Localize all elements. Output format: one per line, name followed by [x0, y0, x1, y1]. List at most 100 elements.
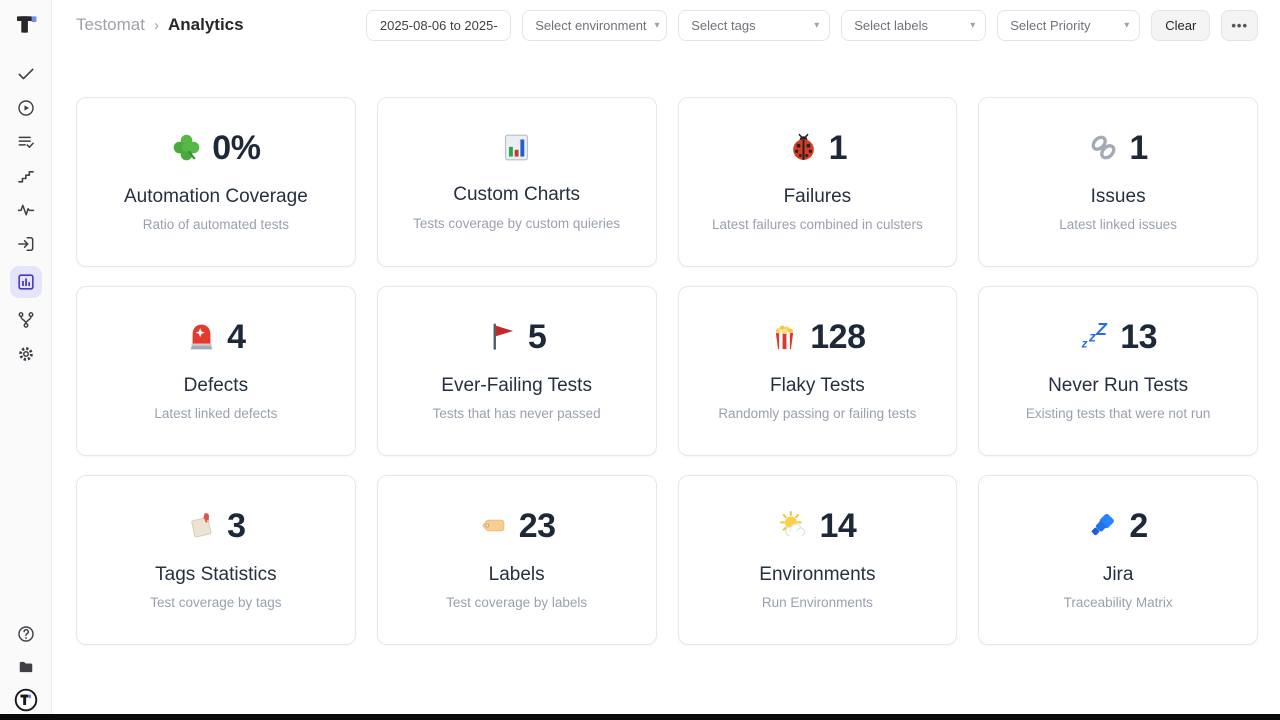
sidebar-item-tests[interactable]: [10, 62, 42, 86]
priority-placeholder: Select Priority: [1010, 18, 1090, 33]
sidebar-item-account[interactable]: [10, 688, 42, 712]
sidebar-item-plans[interactable]: [10, 130, 42, 154]
help-icon: [16, 624, 36, 644]
card-value: 2: [1129, 509, 1147, 543]
chevron-down-icon: ▾: [1124, 20, 1129, 31]
ellipsis-icon: •••: [1231, 18, 1248, 33]
card-title: Automation Coverage: [124, 186, 308, 209]
siren-icon: [186, 321, 217, 352]
popcorn-icon: [769, 321, 800, 352]
sidebar-item-pulse[interactable]: [10, 198, 42, 222]
card-value: 5: [528, 320, 546, 354]
card-environments[interactable]: 14 Environments Run Environments: [678, 475, 958, 645]
steps-icon: [16, 166, 36, 186]
link-icon: [1088, 132, 1119, 163]
card-value: 14: [819, 509, 856, 543]
card-value: 1: [829, 131, 847, 165]
ladybug-icon: [788, 132, 819, 163]
card-tags-statistics[interactable]: 3 Tags Statistics Test coverage by tags: [76, 475, 356, 645]
play-circle-icon: [16, 98, 36, 118]
sidebar-item-analytics[interactable]: [10, 266, 42, 298]
card-value: 1: [1129, 131, 1147, 165]
card-value: 23: [519, 509, 556, 543]
card-subtitle: Tests coverage by custom quieries: [413, 216, 620, 232]
flag-icon: [487, 321, 518, 352]
card-title: Issues: [1091, 186, 1146, 209]
card-subtitle: Randomly passing or failing tests: [718, 406, 916, 422]
date-range-button[interactable]: 2025-08-06 to 2025-: [366, 10, 511, 41]
card-never-run-tests[interactable]: 13 Never Run Tests Existing tests that w…: [978, 286, 1258, 456]
analytics-card-grid: 0% Automation Coverage Ratio of automate…: [52, 97, 1280, 645]
gear-icon: [16, 344, 36, 364]
card-automation-coverage[interactable]: 0% Automation Coverage Ratio of automate…: [76, 97, 356, 267]
more-options-button[interactable]: •••: [1221, 10, 1258, 41]
card-failures[interactable]: 1 Failures Latest failures combined in c…: [678, 97, 958, 267]
environment-placeholder: Select environment: [535, 18, 646, 33]
card-flaky-tests[interactable]: 128 Flaky Tests Randomly passing or fail…: [678, 286, 958, 456]
card-subtitle: Test coverage by tags: [150, 595, 281, 611]
breadcrumb-separator-icon: ›: [154, 17, 159, 34]
card-subtitle: Run Environments: [762, 595, 873, 611]
analytics-icon: [16, 272, 36, 292]
card-issues[interactable]: 1 Issues Latest linked issues: [978, 97, 1258, 267]
jira-icon: [1088, 510, 1119, 541]
environment-select[interactable]: Select environment ▾: [522, 10, 667, 41]
check-icon: [16, 64, 36, 84]
card-title: Flaky Tests: [770, 375, 865, 398]
card-title: Jira: [1103, 564, 1134, 587]
card-value: 13: [1120, 320, 1157, 354]
card-title: Custom Charts: [453, 184, 580, 207]
card-defects[interactable]: 4 Defects Latest linked defects: [76, 286, 356, 456]
breadcrumb-project[interactable]: Testomat: [76, 15, 145, 35]
chevron-down-icon: ▾: [814, 20, 819, 31]
card-subtitle: Tests that has never passed: [433, 406, 601, 422]
sidebar-item-branches[interactable]: [10, 308, 42, 332]
testomat-logo-circle-icon: [14, 688, 38, 712]
card-subtitle: Latest failures combined in culsters: [712, 217, 923, 233]
sidebar-item-import[interactable]: [10, 232, 42, 256]
testomat-logo-icon[interactable]: [14, 13, 38, 37]
sidebar-item-help[interactable]: [10, 622, 42, 646]
clear-button[interactable]: Clear: [1151, 10, 1210, 41]
folder-icon: [16, 657, 36, 677]
tags-placeholder: Select tags: [691, 18, 755, 33]
card-value: 128: [810, 320, 865, 354]
card-title: Tags Statistics: [155, 564, 276, 587]
breadcrumb: Testomat › Analytics: [76, 15, 244, 35]
card-subtitle: Latest linked issues: [1059, 217, 1177, 233]
tags-select[interactable]: Select tags ▾: [678, 10, 830, 41]
zzz-icon: [1079, 321, 1110, 352]
chevron-down-icon: ▾: [655, 20, 660, 31]
list-check-icon: [16, 132, 36, 152]
card-custom-charts[interactable]: Custom Charts Tests coverage by custom q…: [377, 97, 657, 267]
card-value: 4: [227, 320, 245, 354]
label-tag-icon: [478, 510, 509, 541]
bottom-bar: [0, 714, 1280, 720]
sidebar-item-projects[interactable]: [10, 655, 42, 679]
priority-select[interactable]: Select Priority ▾: [997, 10, 1140, 41]
bookmark-icon: [186, 510, 217, 541]
labels-select[interactable]: Select labels ▾: [841, 10, 986, 41]
card-title: Defects: [184, 375, 248, 398]
sun-cloud-icon: [778, 510, 809, 541]
card-title: Failures: [784, 186, 852, 209]
pulse-icon: [16, 200, 36, 220]
clover-icon: [171, 132, 202, 163]
card-value: 3: [227, 509, 245, 543]
filter-controls: 2025-08-06 to 2025- Select environment ▾…: [366, 10, 1258, 41]
sidebar-item-settings[interactable]: [10, 342, 42, 366]
sidebar-item-steps[interactable]: [10, 164, 42, 188]
card-title: Never Run Tests: [1048, 375, 1188, 398]
card-labels[interactable]: 23 Labels Test coverage by labels: [377, 475, 657, 645]
chevron-down-icon: ▾: [970, 20, 975, 31]
card-subtitle: Test coverage by labels: [446, 595, 587, 611]
card-title: Labels: [489, 564, 545, 587]
import-icon: [16, 234, 36, 254]
card-jira[interactable]: 2 Jira Traceability Matrix: [978, 475, 1258, 645]
bar-chart-icon: [501, 132, 532, 163]
card-ever-failing-tests[interactable]: 5 Ever-Failing Tests Tests that has neve…: [377, 286, 657, 456]
sidebar-item-runs[interactable]: [10, 96, 42, 120]
card-subtitle: Traceability Matrix: [1064, 595, 1173, 611]
card-title: Environments: [759, 564, 875, 587]
branch-icon: [16, 310, 36, 330]
